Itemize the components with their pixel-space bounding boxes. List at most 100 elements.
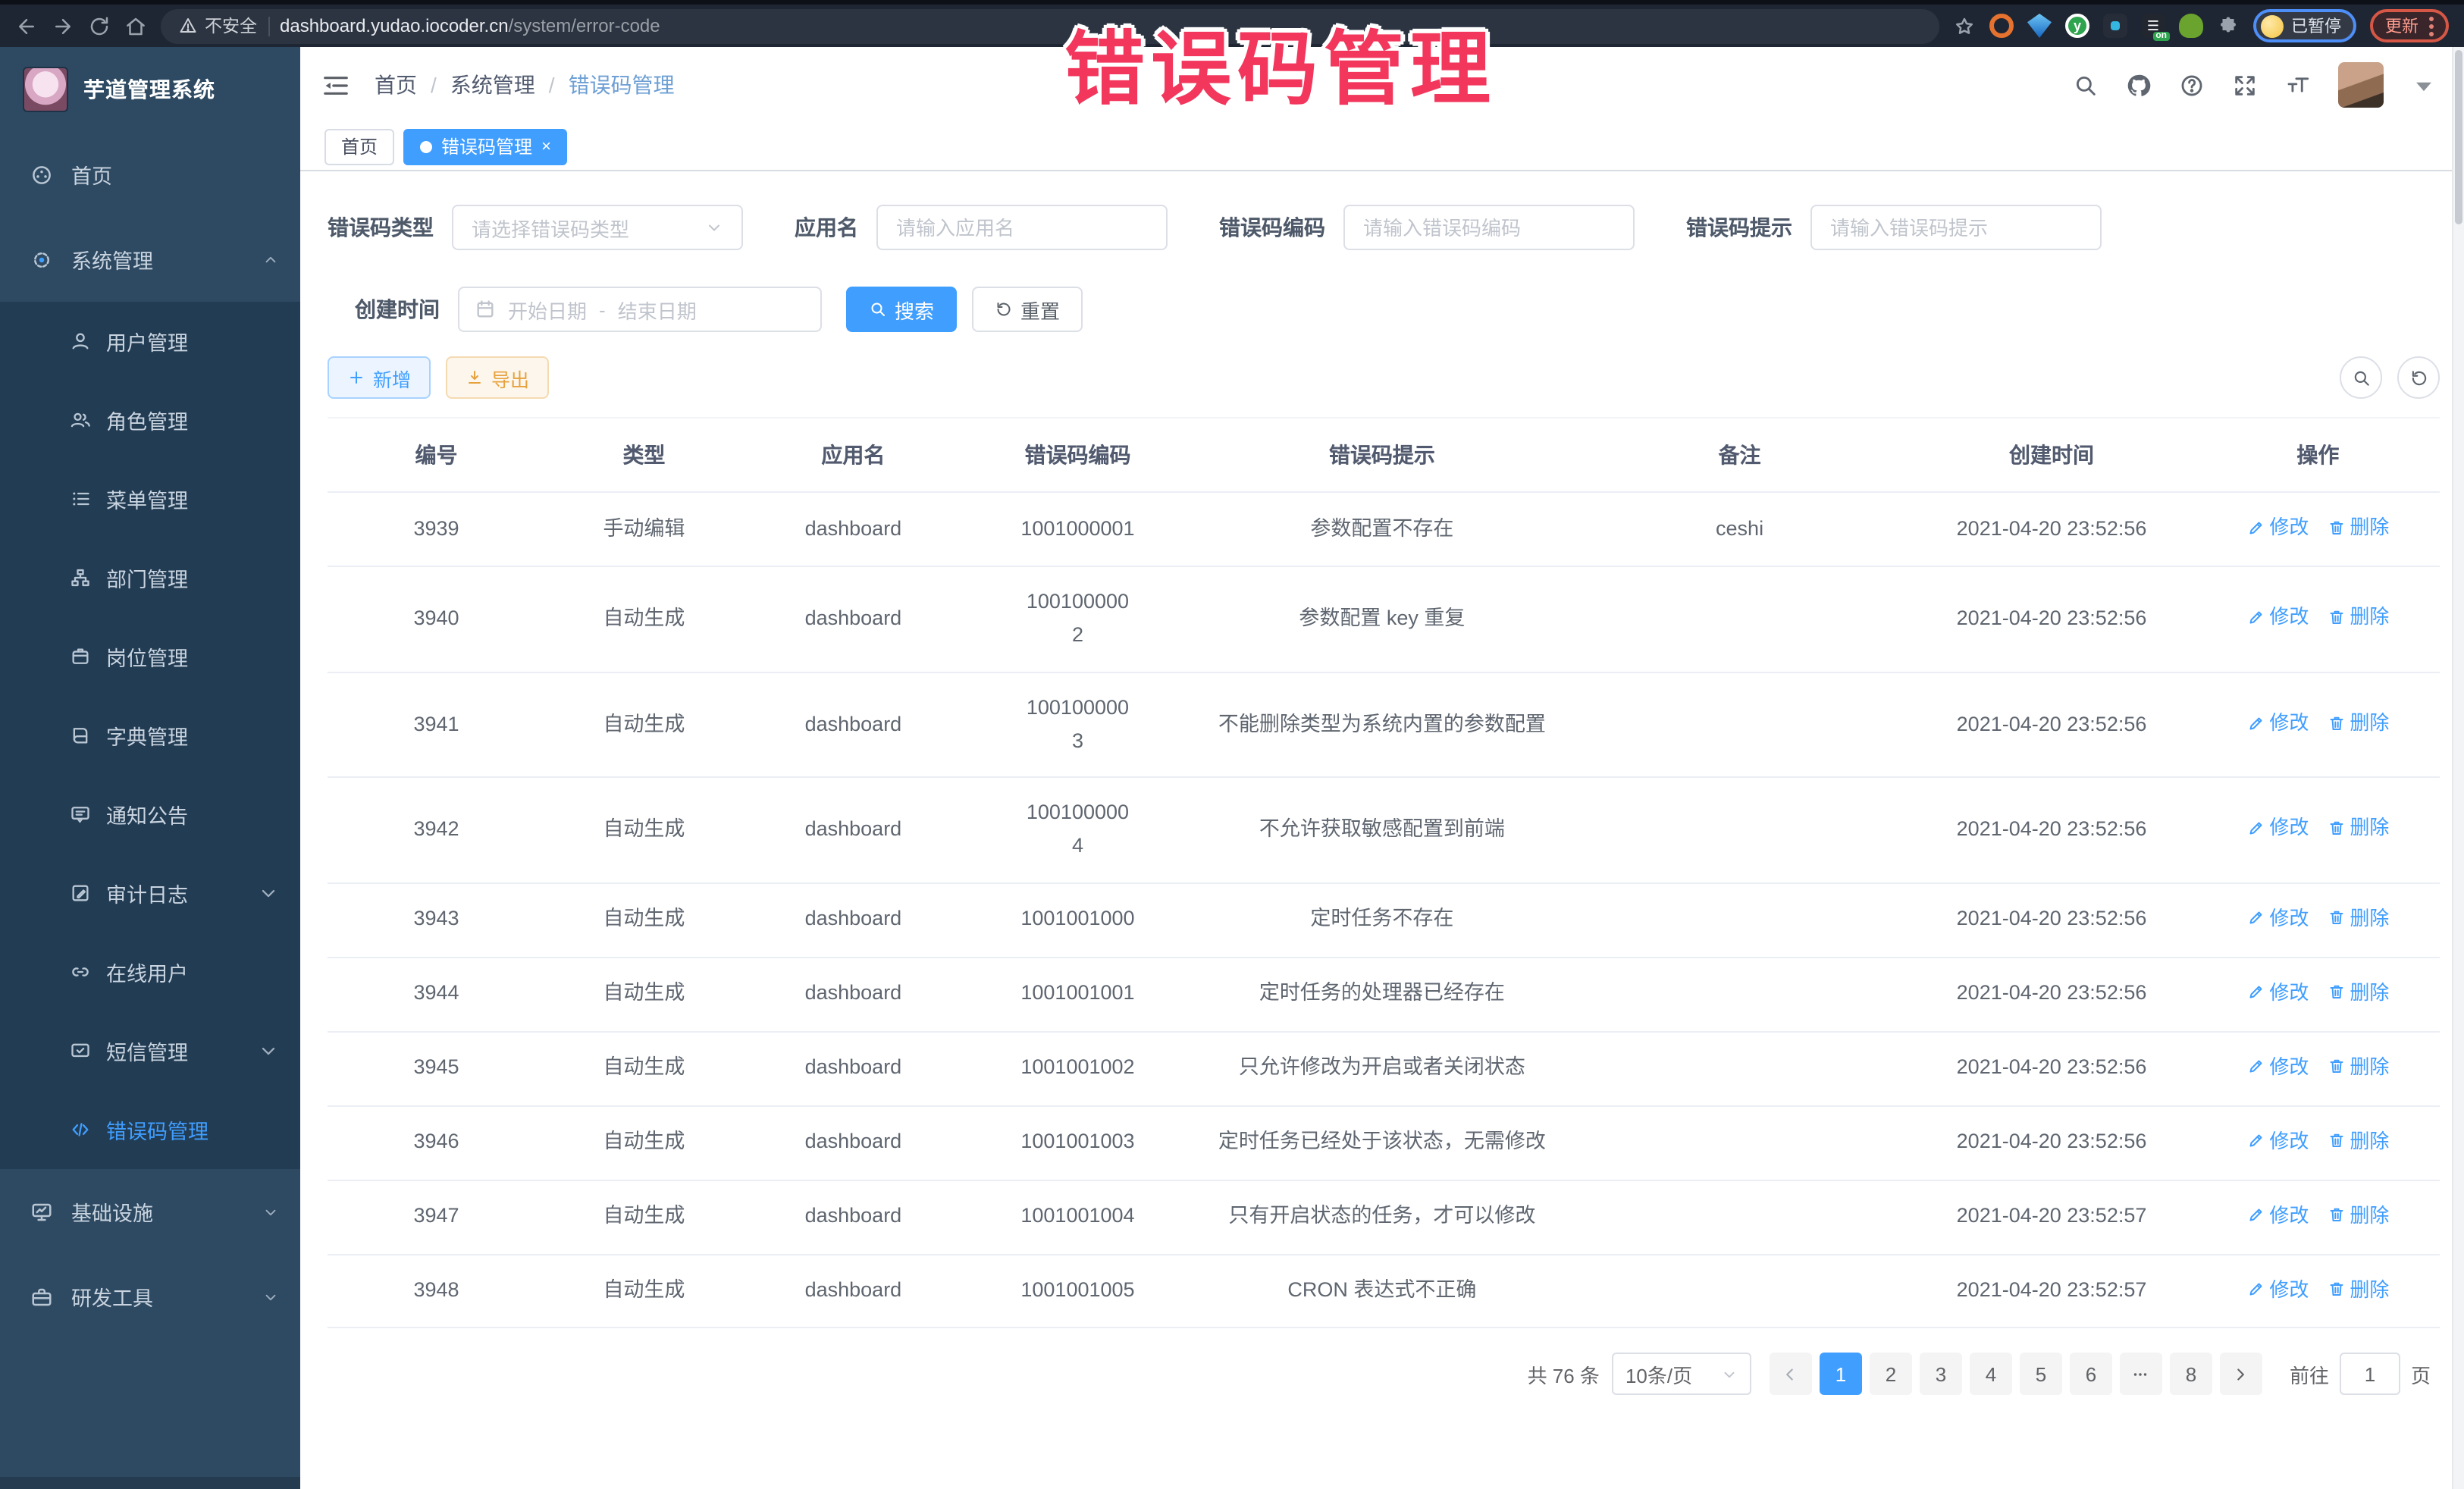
fullscreen-icon[interactable] bbox=[2232, 72, 2258, 98]
sidebar-item-部门管理[interactable]: 部门管理 bbox=[0, 538, 300, 617]
extension-icon[interactable] bbox=[2179, 14, 2203, 38]
prev-page-button[interactable] bbox=[1770, 1353, 1812, 1396]
font-size-icon[interactable] bbox=[2285, 72, 2311, 98]
sidebar-item-基础设施[interactable]: 基础设施 bbox=[0, 1169, 300, 1254]
edit-link[interactable]: 修改 bbox=[2246, 1199, 2309, 1231]
github-icon[interactable] bbox=[2126, 72, 2152, 98]
edit-link[interactable]: 修改 bbox=[2246, 511, 2309, 544]
page-size-select[interactable]: 10条/页 bbox=[1612, 1353, 1751, 1396]
app-title: 芋道管理系统 bbox=[83, 74, 215, 105]
browser-update-button[interactable]: 更新 bbox=[2370, 9, 2449, 42]
refresh-table-button[interactable] bbox=[2397, 356, 2440, 399]
edit-link[interactable]: 修改 bbox=[2246, 901, 2309, 934]
create-time-range-picker[interactable]: 开始日期 - 结束日期 bbox=[458, 287, 822, 332]
delete-link[interactable]: 删除 bbox=[2327, 511, 2389, 544]
goto-suffix: 页 bbox=[2411, 1360, 2431, 1389]
delete-link[interactable]: 删除 bbox=[2327, 976, 2389, 1008]
browser-back-icon[interactable] bbox=[15, 14, 38, 37]
edit-link[interactable]: 修改 bbox=[2246, 1273, 2309, 1306]
reset-button[interactable]: 重置 bbox=[972, 287, 1083, 332]
table-row: 3939手动编辑dashboard1001000001参数配置不存在ceshi2… bbox=[328, 492, 2440, 566]
extension-icon[interactable] bbox=[1989, 14, 2014, 38]
sidebar-item-首页[interactable]: 首页 bbox=[0, 132, 300, 217]
edit-link[interactable]: 修改 bbox=[2246, 601, 2309, 634]
page-button-5[interactable]: 5 bbox=[2020, 1353, 2062, 1396]
address-bar[interactable]: 不安全 dashboard.yudao.iocoder.cn/system/er… bbox=[161, 8, 1939, 43]
sidebar-item-菜单管理[interactable]: 菜单管理 bbox=[0, 459, 300, 538]
filter-app-label: 应用名 bbox=[795, 212, 858, 243]
page-button-6[interactable]: 6 bbox=[2070, 1353, 2112, 1396]
tab-首页[interactable]: 首页 bbox=[324, 128, 394, 165]
goto-page-input[interactable] bbox=[2340, 1353, 2400, 1396]
page-button-8[interactable]: 8 bbox=[2170, 1353, 2212, 1396]
edit-link[interactable]: 修改 bbox=[2246, 812, 2309, 845]
sidebar-item-系统管理[interactable]: 系统管理 bbox=[0, 217, 300, 302]
sidebar-item-通知公告[interactable]: 通知公告 bbox=[0, 775, 300, 854]
site-security-chip[interactable]: 不安全 bbox=[179, 14, 257, 38]
extension-icon[interactable]: y bbox=[2065, 14, 2089, 38]
sidebar-item-岗位管理[interactable]: 岗位管理 bbox=[0, 617, 300, 696]
header-search-icon[interactable] bbox=[2073, 72, 2099, 98]
tab-错误码管理[interactable]: 错误码管理× bbox=[403, 128, 568, 165]
edit-link[interactable]: 修改 bbox=[2246, 1050, 2309, 1083]
browser-home-icon[interactable] bbox=[124, 14, 147, 37]
page-button-2[interactable]: 2 bbox=[1870, 1353, 1912, 1396]
page-button-1[interactable]: 1 bbox=[1820, 1353, 1862, 1396]
edit-link[interactable]: 修改 bbox=[2246, 1124, 2309, 1157]
bookmark-star-icon[interactable] bbox=[1953, 14, 1976, 37]
browser-menu-icon[interactable] bbox=[2429, 16, 2434, 36]
sidebar-item-字典管理[interactable]: 字典管理 bbox=[0, 696, 300, 775]
edit-link[interactable]: 修改 bbox=[2246, 707, 2309, 739]
row-type: 手动编辑 bbox=[545, 492, 743, 566]
error-type-select[interactable]: 请选择错误码类型 bbox=[452, 205, 743, 250]
add-button[interactable]: 新增 bbox=[328, 356, 431, 399]
app-name-input[interactable] bbox=[876, 205, 1168, 250]
delete-link[interactable]: 删除 bbox=[2327, 901, 2389, 934]
sidebar-item-审计日志[interactable]: 审计日志 bbox=[0, 854, 300, 933]
search-button[interactable]: 搜索 bbox=[846, 287, 957, 332]
sidebar-item-用户管理[interactable]: 用户管理 bbox=[0, 302, 300, 381]
error-code-input[interactable] bbox=[1343, 205, 1635, 250]
extension-icon[interactable] bbox=[2103, 14, 2127, 38]
page-scrollbar[interactable] bbox=[2452, 47, 2464, 1489]
avatar-caret-icon[interactable] bbox=[2411, 72, 2437, 98]
show-search-toggle-button[interactable] bbox=[2340, 356, 2382, 399]
edit-link[interactable]: 修改 bbox=[2246, 976, 2309, 1008]
more-pages-button[interactable] bbox=[2120, 1353, 2162, 1396]
collapse-sidebar-icon[interactable] bbox=[321, 71, 350, 99]
delete-link[interactable]: 删除 bbox=[2327, 1273, 2389, 1306]
sidebar-item-错误码管理[interactable]: 错误码管理 bbox=[0, 1090, 300, 1169]
export-button[interactable]: 导出 bbox=[446, 356, 549, 399]
sidebar-item-label: 基础设施 bbox=[71, 1196, 153, 1227]
breadcrumb-item[interactable]: 系统管理 bbox=[450, 70, 535, 100]
next-page-button[interactable] bbox=[2220, 1353, 2262, 1396]
delete-link[interactable]: 删除 bbox=[2327, 1199, 2389, 1231]
delete-link[interactable]: 删除 bbox=[2327, 1124, 2389, 1157]
delete-link[interactable]: 删除 bbox=[2327, 707, 2389, 739]
user-avatar[interactable] bbox=[2338, 62, 2384, 108]
browser-profile-chip[interactable]: 已暂停 bbox=[2253, 9, 2356, 42]
delete-link[interactable]: 删除 bbox=[2327, 812, 2389, 845]
delete-link[interactable]: 删除 bbox=[2327, 601, 2389, 634]
sidebar-item-在线用户[interactable]: 在线用户 bbox=[0, 933, 300, 1011]
sidebar-item-角色管理[interactable]: 角色管理 bbox=[0, 381, 300, 459]
page-button-3[interactable]: 3 bbox=[1920, 1353, 1962, 1396]
close-tab-icon[interactable]: × bbox=[541, 137, 551, 155]
extensions-puzzle-icon[interactable] bbox=[2217, 14, 2240, 37]
delete-link[interactable]: 删除 bbox=[2327, 1050, 2389, 1083]
chevron-down-icon bbox=[705, 218, 723, 237]
extension-icon[interactable]: on☰ bbox=[2141, 14, 2165, 38]
help-icon[interactable] bbox=[2179, 72, 2205, 98]
breadcrumb-item[interactable]: 首页 bbox=[375, 70, 417, 100]
page-button-4[interactable]: 4 bbox=[1970, 1353, 2012, 1396]
error-msg-input[interactable] bbox=[1810, 205, 2102, 250]
scrollbar-thumb[interactable] bbox=[2455, 50, 2462, 224]
browser-forward-icon[interactable] bbox=[52, 14, 74, 37]
sidebar-item-研发工具[interactable]: 研发工具 bbox=[0, 1254, 300, 1339]
delete-link-label: 删除 bbox=[2350, 707, 2389, 739]
browser-reload-icon[interactable] bbox=[88, 14, 111, 37]
row-id: 3940 bbox=[328, 566, 545, 672]
tools-icon bbox=[30, 1285, 53, 1308]
extension-icon[interactable] bbox=[2027, 14, 2052, 38]
sidebar-item-短信管理[interactable]: 短信管理 bbox=[0, 1011, 300, 1090]
